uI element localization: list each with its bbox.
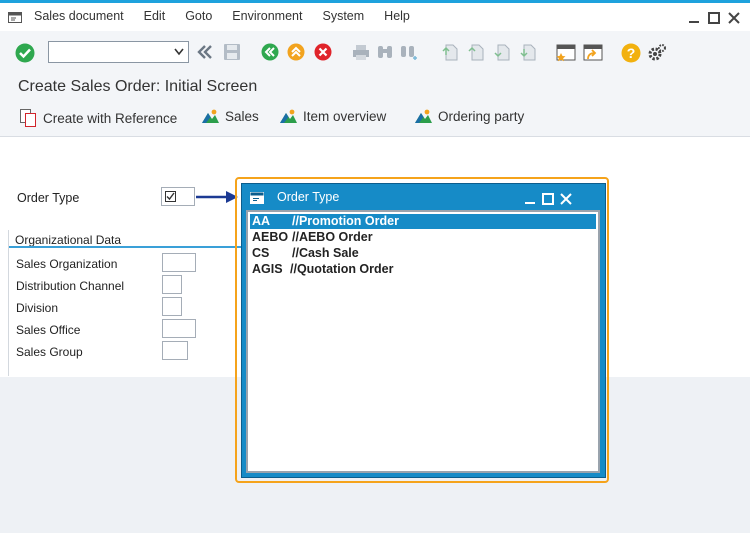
back-icon[interactable] [261,43,279,61]
popup-title: Order Type [277,190,340,204]
pointer-arrow-icon [196,191,238,203]
order-type-popup: Order Type AA //Promotion Order AEBO //A… [241,183,606,478]
item-overview-label: Item overview [303,109,387,124]
overview-mountain-icon [202,109,219,123]
list-item-desc: //Promotion Order [292,214,399,228]
org-data-title: Organizational Data [15,233,122,247]
group-underline [9,246,241,248]
minimize-icon[interactable] [524,193,536,205]
minimize-icon[interactable] [688,12,700,24]
next-page-icon[interactable] [493,43,511,61]
page-title: Create Sales Order: Initial Screen [18,78,258,95]
menu-environment[interactable]: Environment [232,9,302,23]
sales-organization-input[interactable] [162,253,196,272]
item-overview-button[interactable]: Item overview [280,109,386,124]
distribution-channel-input[interactable] [162,275,182,294]
list-item-code: CS [252,246,270,260]
list-item-aa[interactable]: AA //Promotion Order [250,214,596,229]
sales-group-label: Sales Group [16,345,83,359]
popup-list: AA //Promotion Order AEBO //AEBO Order C… [246,210,600,473]
cancel-icon[interactable] [314,43,332,61]
menu-edit[interactable]: Edit [144,9,166,23]
sales-organization-label: Sales Organization [16,257,118,271]
menu-help[interactable]: Help [384,9,410,23]
shortcut-icon[interactable] [583,43,603,63]
svg-text:?: ? [627,45,636,61]
command-field[interactable] [48,41,189,63]
create-with-reference-button[interactable]: Create with Reference [20,109,177,127]
gear-icon[interactable] [647,43,667,63]
previous-page-icon[interactable] [467,43,485,61]
menu-sales-document[interactable]: Sales document [34,9,124,23]
application-toolbar: Create with Reference Sales Item overvie… [0,100,750,136]
find-next-icon[interactable] [400,43,418,61]
system-toolbar: ? [0,31,750,71]
menu-goto[interactable]: Goto [185,9,212,23]
list-item-code: AGIS [252,262,283,276]
overview-mountain-icon [415,109,432,123]
print-icon[interactable] [352,43,370,61]
check-circle-icon[interactable] [15,43,35,63]
distribution-channel-label: Distribution Channel [16,279,125,293]
division-label: Division [16,301,59,315]
maximize-icon[interactable] [542,193,554,205]
f4-help-icon[interactable] [165,191,176,202]
close-icon[interactable] [728,12,740,24]
sales-button[interactable]: Sales [202,109,259,124]
list-item-desc: //Quotation Order [290,262,394,276]
sales-label: Sales [225,109,259,124]
sales-office-label: Sales Office [16,323,81,337]
division-input[interactable] [162,297,182,316]
list-item-code: AEBO [252,230,289,244]
create-session-icon[interactable] [556,43,576,63]
list-item-agis[interactable]: AGIS //Quotation Order [250,262,596,277]
list-item-code: AA [252,214,271,228]
order-type-input[interactable] [161,187,195,206]
list-item-aebo[interactable]: AEBO //AEBO Order [250,230,596,245]
list-item-desc: //AEBO Order [292,230,373,244]
order-type-label: Order Type [17,191,80,205]
ordering-party-label: Ordering party [438,109,525,124]
chevron-down-icon[interactable] [174,48,184,56]
list-item-cs[interactable]: CS //Cash Sale [250,246,596,261]
menu-bar: Sales document Edit Goto Environment Sys… [0,3,750,31]
menu-items: Sales document Edit Goto Environment Sys… [34,9,430,23]
save-icon[interactable] [223,43,241,61]
create-with-reference-label: Create with Reference [43,110,178,126]
first-page-icon[interactable] [441,43,459,61]
find-icon[interactable] [376,43,394,61]
double-chevron-left-icon[interactable] [196,43,214,61]
exit-icon[interactable] [287,43,305,61]
organizational-data-group: Organizational Data Sales Organization D… [8,230,241,376]
menu-system[interactable]: System [322,9,364,23]
copy-document-icon [20,109,36,127]
maximize-icon[interactable] [708,12,720,24]
list-item-desc: //Cash Sale [292,246,359,260]
overview-mountain-icon [280,109,297,123]
system-menu-icon[interactable] [8,12,22,23]
close-icon[interactable] [560,193,572,205]
window-menu-icon[interactable] [250,192,264,204]
help-icon[interactable]: ? [621,43,641,63]
sales-office-input[interactable] [162,319,196,338]
last-page-icon[interactable] [519,43,537,61]
sales-group-input[interactable] [162,341,188,360]
ordering-party-button[interactable]: Ordering party [415,109,524,124]
